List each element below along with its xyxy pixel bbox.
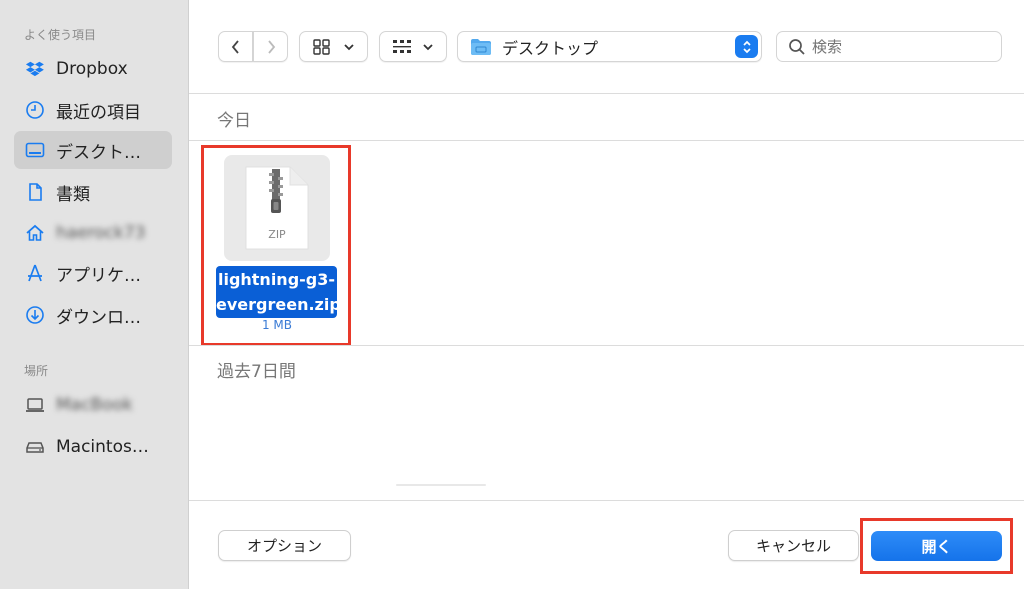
open-button-highlight: 開く bbox=[860, 518, 1013, 574]
chevron-left-icon bbox=[231, 39, 239, 54]
divider bbox=[189, 500, 1024, 501]
group-icon bbox=[393, 39, 411, 53]
sidebar-item-home[interactable]: haerock73 bbox=[14, 214, 172, 252]
sidebar-item-macintosh-hd[interactable]: Macintos… bbox=[14, 428, 172, 466]
sidebar-item-recents[interactable]: 最近の項目 bbox=[14, 91, 172, 129]
sidebar-item-label: ダウンロ… bbox=[56, 307, 141, 328]
group-header-today: 今日 bbox=[217, 111, 251, 131]
location-label: デスクトップ bbox=[502, 38, 599, 58]
sidebar-item-label: haerock73 bbox=[56, 223, 146, 243]
divider bbox=[189, 93, 1024, 94]
document-icon bbox=[24, 181, 46, 203]
file-type-label: ZIP bbox=[268, 228, 286, 241]
download-icon bbox=[24, 304, 46, 326]
clock-icon bbox=[24, 99, 46, 121]
back-button[interactable] bbox=[218, 31, 253, 62]
divider bbox=[189, 345, 1024, 346]
favorites-header: よく使う項目 bbox=[24, 28, 97, 42]
sidebar-item-computer[interactable]: MacBook bbox=[14, 386, 172, 424]
file-name-line: lightning-g3- bbox=[217, 270, 336, 289]
sidebar-item-label: Macintos… bbox=[56, 437, 149, 457]
view-mode-button[interactable] bbox=[299, 31, 368, 62]
sidebar-item-applications[interactable]: アプリケ… bbox=[14, 254, 172, 292]
open-button[interactable]: 開く bbox=[871, 531, 1002, 561]
laptop-icon bbox=[24, 394, 46, 416]
sidebar-item-downloads[interactable]: ダウンロ… bbox=[14, 296, 172, 334]
file-size: 1 MB bbox=[261, 318, 293, 332]
popup-stepper[interactable] bbox=[735, 35, 758, 58]
chevron-right-icon bbox=[267, 39, 275, 54]
open-file-dialog: よく使う項目 Dropbox 最近の項目 デスクト… 書類 haerock73 … bbox=[0, 0, 1024, 589]
home-icon bbox=[24, 222, 46, 244]
desktop-icon bbox=[24, 139, 46, 161]
locations-header: 場所 bbox=[24, 364, 49, 378]
scroll-indicator[interactable] bbox=[396, 484, 486, 486]
search-icon bbox=[789, 38, 805, 55]
sidebar-item-label: MacBook bbox=[56, 395, 133, 415]
sidebar-item-label: デスクト… bbox=[56, 142, 141, 163]
sidebar-item-label: 最近の項目 bbox=[56, 102, 141, 123]
group-by-button[interactable] bbox=[379, 31, 447, 62]
applications-icon bbox=[24, 262, 46, 284]
up-down-icon bbox=[742, 40, 751, 53]
file-name: lightning-g3- evergreen.zip bbox=[216, 266, 341, 318]
chevron-down-icon bbox=[423, 43, 433, 50]
forward-button[interactable] bbox=[253, 31, 288, 62]
sidebar-item-label: 書類 bbox=[56, 184, 90, 205]
location-popup[interactable]: デスクトップ bbox=[457, 31, 762, 62]
group-header-past-7-days: 過去7日間 bbox=[217, 362, 296, 382]
search-input[interactable] bbox=[812, 37, 972, 56]
file-name-line: evergreen.zip bbox=[216, 295, 341, 314]
folder-icon bbox=[471, 38, 491, 55]
dropbox-icon bbox=[24, 58, 46, 80]
zip-file-icon: ZIP bbox=[224, 155, 330, 261]
sidebar-item-dropbox[interactable]: Dropbox bbox=[14, 50, 172, 88]
sidebar-item-label: Dropbox bbox=[56, 59, 128, 79]
grid-view-icon bbox=[312, 38, 330, 55]
sidebar-item-documents[interactable]: 書類 bbox=[14, 173, 172, 211]
cancel-button[interactable]: キャンセル bbox=[728, 530, 859, 561]
chevron-down-icon bbox=[343, 43, 354, 50]
options-button[interactable]: オプション bbox=[218, 530, 351, 561]
file-item[interactable]: ZIP lightning-g3- evergreen.zip 1 MB bbox=[201, 145, 351, 346]
disk-icon bbox=[24, 436, 46, 458]
sidebar-item-desktop[interactable]: デスクト… bbox=[14, 131, 172, 169]
sidebar: よく使う項目 Dropbox 最近の項目 デスクト… 書類 haerock73 … bbox=[0, 0, 189, 589]
search-field[interactable] bbox=[776, 31, 1002, 62]
sidebar-item-label: アプリケ… bbox=[56, 265, 141, 286]
divider bbox=[189, 140, 1024, 141]
